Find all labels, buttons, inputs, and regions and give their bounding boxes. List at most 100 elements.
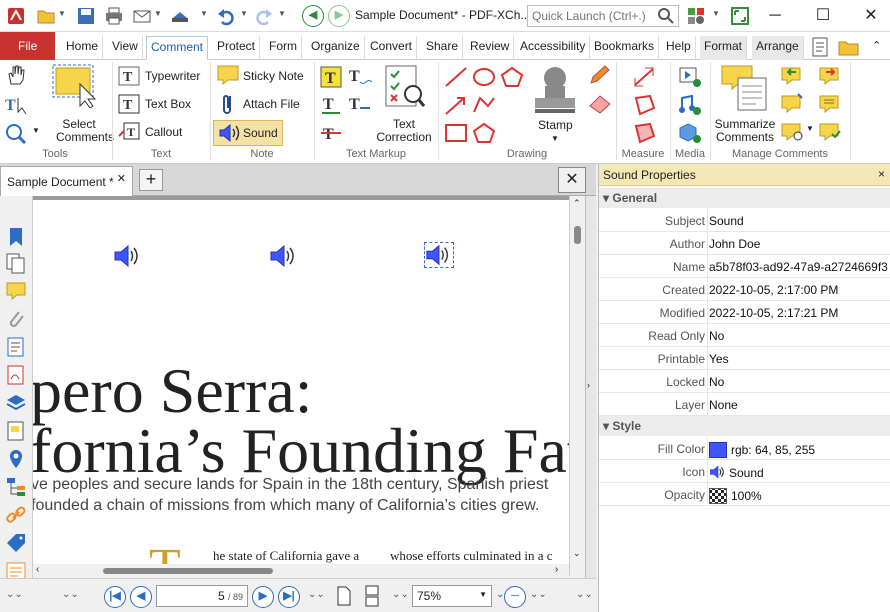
typewriter-label[interactable]: Typewriter xyxy=(145,69,200,83)
undo-icon[interactable] xyxy=(216,6,236,26)
open-folder-icon[interactable] xyxy=(36,6,56,26)
property-value[interactable]: 2022-10-05, 2:17:00 PM xyxy=(709,283,889,297)
area-icon[interactable] xyxy=(632,122,656,144)
property-value[interactable]: a5b78f03-ad92-47a9-a2724669f3... xyxy=(709,260,889,274)
status-menu-icon[interactable]: ⌄⌄ xyxy=(530,589,547,600)
line-icon[interactable] xyxy=(444,66,468,88)
tab-arrange[interactable]: Arrange xyxy=(752,36,804,60)
scroll-left-icon[interactable]: ‹ xyxy=(36,564,39,575)
tab-file[interactable]: File xyxy=(0,32,56,60)
rectangle-icon[interactable] xyxy=(444,122,468,144)
tab-share[interactable]: Share xyxy=(422,36,464,60)
property-row-read-only[interactable]: Read Only No xyxy=(599,324,890,347)
paperclip-icon[interactable] xyxy=(220,92,236,116)
summarize-comments-label[interactable]: Summarize Comments xyxy=(714,118,776,144)
redo-icon[interactable] xyxy=(254,6,274,26)
selected-sound-annotation[interactable] xyxy=(424,242,454,268)
content-icon[interactable] xyxy=(5,420,27,442)
sound-annotation-icon[interactable] xyxy=(113,244,143,268)
stamp-dropdown-icon[interactable]: ▼ xyxy=(551,134,559,143)
scroll-up-icon[interactable]: ⌃ xyxy=(573,198,581,209)
continuous-page-icon[interactable] xyxy=(362,585,382,607)
tags-icon[interactable] xyxy=(5,532,27,554)
tab-organize[interactable]: Organize xyxy=(307,36,365,60)
callout-label[interactable]: Callout xyxy=(145,125,182,139)
last-page-button[interactable]: ▶| xyxy=(278,586,300,608)
stamp-icon[interactable] xyxy=(530,62,580,118)
document-view[interactable]: pero Serra: fornia’s Founding Fathe ve p… xyxy=(33,196,585,564)
property-row-subject[interactable]: Subject Sound xyxy=(599,209,890,232)
add-video-icon[interactable] xyxy=(678,66,702,88)
property-row-layer[interactable]: Layer None xyxy=(599,393,890,416)
links-icon[interactable] xyxy=(5,504,27,526)
property-value[interactable]: Sound xyxy=(709,214,889,228)
folder-gear-icon[interactable] xyxy=(838,36,860,58)
pencil-icon[interactable] xyxy=(588,64,612,86)
splitter-arrow-icon[interactable]: › xyxy=(587,380,590,390)
undo-dropdown-icon[interactable]: ▼ xyxy=(240,9,248,18)
property-value[interactable]: 2022-10-05, 2:17:21 PM xyxy=(709,306,889,320)
property-value[interactable]: rgb: 64, 85, 255 xyxy=(709,442,889,458)
single-page-icon[interactable] xyxy=(336,585,352,607)
search-icon[interactable] xyxy=(656,6,676,26)
signatures-icon[interactable] xyxy=(5,364,27,386)
tab-form[interactable]: Form xyxy=(265,36,302,60)
property-row-opacity[interactable]: Opacity 100% xyxy=(599,483,890,506)
tab-convert[interactable]: Convert xyxy=(366,36,418,60)
highlight-text-icon[interactable]: T xyxy=(320,66,342,88)
perimeter-icon[interactable] xyxy=(632,94,656,116)
comment-status-icon[interactable] xyxy=(818,120,842,142)
zoom-dropdown-icon[interactable]: ▼ xyxy=(479,590,487,599)
back-icon[interactable]: ◀ xyxy=(302,5,324,27)
callout-icon[interactable]: T xyxy=(118,122,140,142)
property-row-author[interactable]: Author John Doe xyxy=(599,232,890,255)
close-window-button[interactable]: ✕ xyxy=(856,4,886,28)
property-value[interactable]: No xyxy=(709,375,889,389)
fullscreen-icon[interactable] xyxy=(730,6,750,26)
general-section-header[interactable]: ▾ General xyxy=(599,188,890,208)
property-value[interactable]: 100% xyxy=(709,488,889,504)
horizontal-scrollbar[interactable]: ‹ › xyxy=(33,564,569,578)
status-menu-icon[interactable]: ⌄⌄ xyxy=(392,589,409,600)
property-row-locked[interactable]: Locked No xyxy=(599,370,890,393)
collapse-ribbon-icon[interactable]: ⌃ xyxy=(872,39,881,52)
squiggly-text-icon[interactable]: T xyxy=(320,94,342,116)
text-correction-label[interactable]: Text Correction xyxy=(374,118,434,144)
ui-options-icon[interactable] xyxy=(686,6,706,26)
flatten-comments-icon[interactable] xyxy=(780,92,804,114)
minimize-button[interactable]: ─ xyxy=(760,4,790,28)
attach-file-label[interactable]: Attach File xyxy=(243,97,300,111)
property-value[interactable]: Sound xyxy=(709,465,889,480)
tab-bookmarks[interactable]: Bookmarks xyxy=(590,36,660,60)
property-value[interactable]: None xyxy=(709,398,889,412)
underline-text-icon[interactable]: T xyxy=(348,66,372,88)
horizontal-scroll-thumb[interactable] xyxy=(103,568,273,574)
previous-page-button[interactable]: ◀ xyxy=(130,586,152,608)
destinations-icon[interactable] xyxy=(5,448,27,470)
property-row-modified[interactable]: Modified 2022-10-05, 2:17:21 PM xyxy=(599,301,890,324)
close-panel-icon[interactable]: × xyxy=(878,167,885,181)
color-swatch[interactable] xyxy=(709,442,727,458)
text-box-icon[interactable]: T xyxy=(118,94,140,114)
stamp-label[interactable]: Stamp xyxy=(538,118,573,132)
polygon-icon[interactable] xyxy=(500,66,524,88)
maximize-button[interactable]: ☐ xyxy=(808,4,838,28)
sticky-note-label[interactable]: Sticky Note xyxy=(243,69,304,83)
scroll-right-icon[interactable]: › xyxy=(555,564,558,575)
print-icon[interactable] xyxy=(104,6,124,26)
status-menu-icon[interactable]: ⌄⌄ xyxy=(576,589,593,600)
import-comments-icon[interactable] xyxy=(780,64,804,86)
summarize-comments-icon[interactable] xyxy=(720,64,770,112)
property-value[interactable]: No xyxy=(709,329,889,343)
oval-icon[interactable] xyxy=(472,66,496,88)
panel-splitter[interactable]: › xyxy=(585,196,596,586)
sound-annotation-icon[interactable] xyxy=(269,244,299,268)
first-page-button[interactable]: |◀ xyxy=(104,586,126,608)
property-row-printable[interactable]: Printable Yes xyxy=(599,347,890,370)
new-tab-button[interactable]: + xyxy=(139,169,163,191)
export-comments-icon[interactable] xyxy=(818,64,842,86)
close-tab-icon[interactable]: ✕ xyxy=(117,172,126,185)
open-dropdown-icon[interactable]: ▼ xyxy=(58,9,66,18)
distance-icon[interactable] xyxy=(632,66,656,88)
property-value[interactable]: Yes xyxy=(709,352,889,366)
